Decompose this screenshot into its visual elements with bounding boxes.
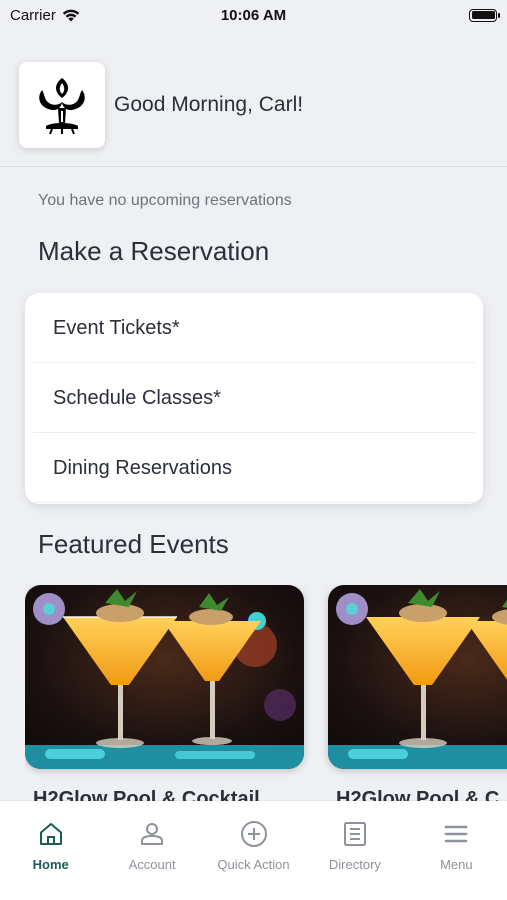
event-card[interactable] <box>328 585 507 769</box>
header-divider <box>0 166 507 167</box>
tab-home[interactable]: Home <box>0 801 101 900</box>
directory-icon <box>343 822 366 846</box>
cocktail-image <box>328 585 507 769</box>
carrier-label: Carrier <box>10 6 56 24</box>
tab-menu[interactable]: Menu <box>406 801 507 900</box>
tab-menu-label: Menu <box>440 857 473 872</box>
tab-quick-action[interactable]: Quick Action <box>203 801 304 900</box>
dining-reservations-option[interactable]: Dining Reservations <box>25 433 483 503</box>
tab-quick-action-label: Quick Action <box>217 857 290 872</box>
tab-directory-label: Directory <box>328 857 381 872</box>
greeting-text: Good Morning, Carl! <box>114 93 304 116</box>
featured-events-title: Featured Events <box>38 529 229 559</box>
event-tickets-option[interactable]: Event Tickets* <box>25 293 483 363</box>
account-icon <box>141 823 164 845</box>
tab-directory[interactable]: Directory <box>304 801 405 900</box>
status-bar: Carrier 10:06 AM <box>0 0 507 30</box>
status-left: Carrier <box>10 7 80 24</box>
plus-circle-icon <box>240 821 267 847</box>
tab-account[interactable]: Account <box>101 801 202 900</box>
cocktail-image <box>25 585 304 769</box>
wifi-icon <box>62 9 80 21</box>
tab-account-label: Account <box>128 857 176 872</box>
header: Good Morning, Carl! <box>19 62 303 148</box>
tree-logo-icon <box>39 78 85 135</box>
club-logo <box>19 62 105 148</box>
tab-home-label: Home <box>32 857 69 872</box>
home-icon <box>39 823 62 845</box>
reservation-options-card: Event Tickets* Schedule Classes* Dining … <box>25 293 483 504</box>
no-reservations-message: You have no upcoming reservations <box>38 192 292 209</box>
featured-events-carousel[interactable]: H2Glow Pool & Cocktail H2Glow Pool & C <box>25 585 507 805</box>
bottom-tab-bar: Home Account Quick Action Directory Menu <box>0 801 507 900</box>
schedule-classes-option[interactable]: Schedule Classes* <box>25 363 483 433</box>
menu-icon <box>445 825 468 843</box>
event-card[interactable] <box>25 585 304 769</box>
battery-icon <box>469 8 500 22</box>
make-reservation-title: Make a Reservation <box>38 236 270 266</box>
